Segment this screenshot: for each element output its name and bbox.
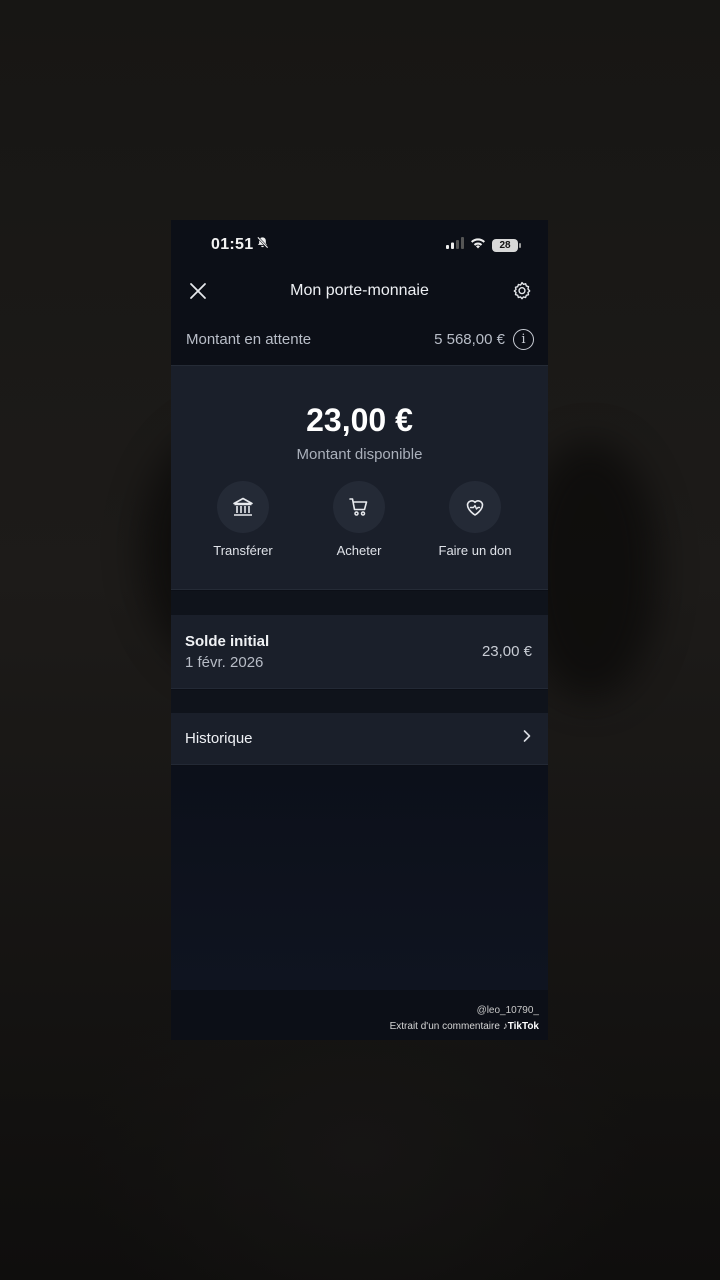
status-bar: 01:51 28 (171, 220, 548, 270)
buy-label: Acheter (336, 543, 382, 558)
transfer-label: Transférer (213, 543, 273, 558)
pending-value: 5 568,00 € (434, 330, 505, 348)
wifi-icon (470, 236, 486, 254)
empty-content-area (171, 766, 548, 990)
phone-screen: 01:51 28 Mon porte-monnaie Montant en at… (171, 220, 548, 1040)
history-row[interactable]: Historique (171, 713, 548, 765)
clock: 01:51 (211, 236, 269, 254)
mute-bell-icon (256, 236, 269, 254)
chevron-right-icon (522, 729, 532, 748)
watermark-caption: Extrait d'un commentaire ♪TikTok (171, 1021, 539, 1032)
heart-hand-icon (449, 481, 501, 533)
watermark-handle: @leo_10790_ (476, 1005, 539, 1016)
transfer-button[interactable]: Transférer (183, 481, 303, 558)
history-label: Historique (185, 730, 253, 747)
navigation-bar: Mon porte-monnaie (171, 270, 548, 312)
bank-icon (217, 481, 269, 533)
close-icon[interactable] (186, 279, 210, 303)
watermark-brand: TikTok (507, 1021, 539, 1032)
donate-label: Faire un don (438, 543, 512, 558)
buy-button[interactable]: Acheter (299, 481, 419, 558)
gear-icon[interactable] (510, 279, 534, 303)
initial-balance-date: 1 févr. 2026 (185, 653, 264, 671)
section-divider-2 (171, 690, 548, 713)
watermark-caption-text: Extrait d'un commentaire (389, 1021, 500, 1032)
action-buttons: Transférer Acheter Faire un don (171, 481, 548, 571)
initial-balance-text: Solde initial 1 févr. 2026 (185, 633, 269, 671)
page-title: Mon porte-monnaie (290, 282, 429, 299)
signal-icon (446, 236, 464, 254)
available-amount: 23,00 € (306, 402, 413, 438)
info-icon[interactable]: i (513, 328, 534, 350)
section-divider (171, 591, 548, 615)
pending-value-group: 5 568,00 € i (434, 328, 534, 350)
initial-balance-value: 23,00 € (481, 643, 532, 660)
initial-balance-title: Solde initial (185, 632, 270, 650)
battery-indicator: 28 (492, 238, 521, 252)
clock-time: 01:51 (211, 236, 254, 253)
status-icons: 28 (446, 236, 521, 254)
donate-button[interactable]: Faire un don (415, 481, 535, 558)
cart-icon (333, 481, 385, 533)
initial-balance-row[interactable]: Solde initial 1 févr. 2026 23,00 € (171, 615, 548, 689)
pending-label: Montant en attente (186, 330, 312, 348)
available-amount-label: Montant disponible (296, 446, 423, 463)
pending-amount-row: Montant en attente 5 568,00 € i (171, 320, 548, 358)
balance-card: 23,00 € Montant disponible Transférer Ac… (171, 365, 548, 590)
